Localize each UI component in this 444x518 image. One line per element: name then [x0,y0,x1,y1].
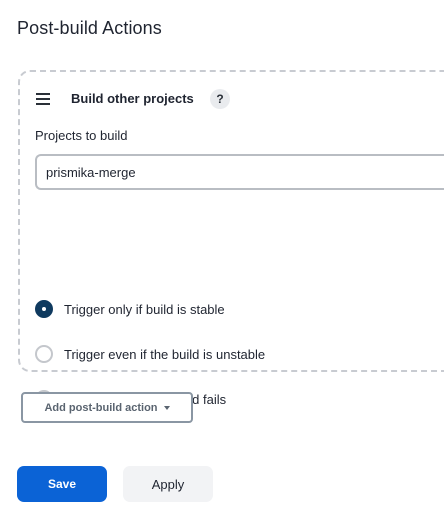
chevron-down-icon [163,405,170,410]
help-icon[interactable]: ? [210,89,230,109]
hamburger-icon[interactable] [36,93,52,105]
projects-to-build-label: Projects to build [35,128,128,143]
radio-button[interactable] [35,345,53,363]
build-other-projects-panel: Build other projects ? Projects to build… [18,70,444,408]
panel-title: Build other projects [71,91,194,106]
radio-trigger-stable[interactable]: Trigger only if build is stable [35,298,225,320]
add-post-build-action-button[interactable]: Add post-build action [21,392,193,423]
radio-button-checked[interactable] [35,300,53,318]
radio-label: Trigger only if build is stable [64,301,225,317]
save-button[interactable]: Save [17,466,107,502]
add-post-build-action-label: Add post-build action [44,401,158,414]
radio-label: Trigger even if the build is unstable [64,346,266,362]
apply-button[interactable]: Apply [123,466,213,502]
section-title: Post-build Actions [17,18,162,38]
radio-trigger-unstable[interactable]: Trigger even if the build is unstable [35,343,265,365]
projects-to-build-input[interactable] [35,154,444,190]
